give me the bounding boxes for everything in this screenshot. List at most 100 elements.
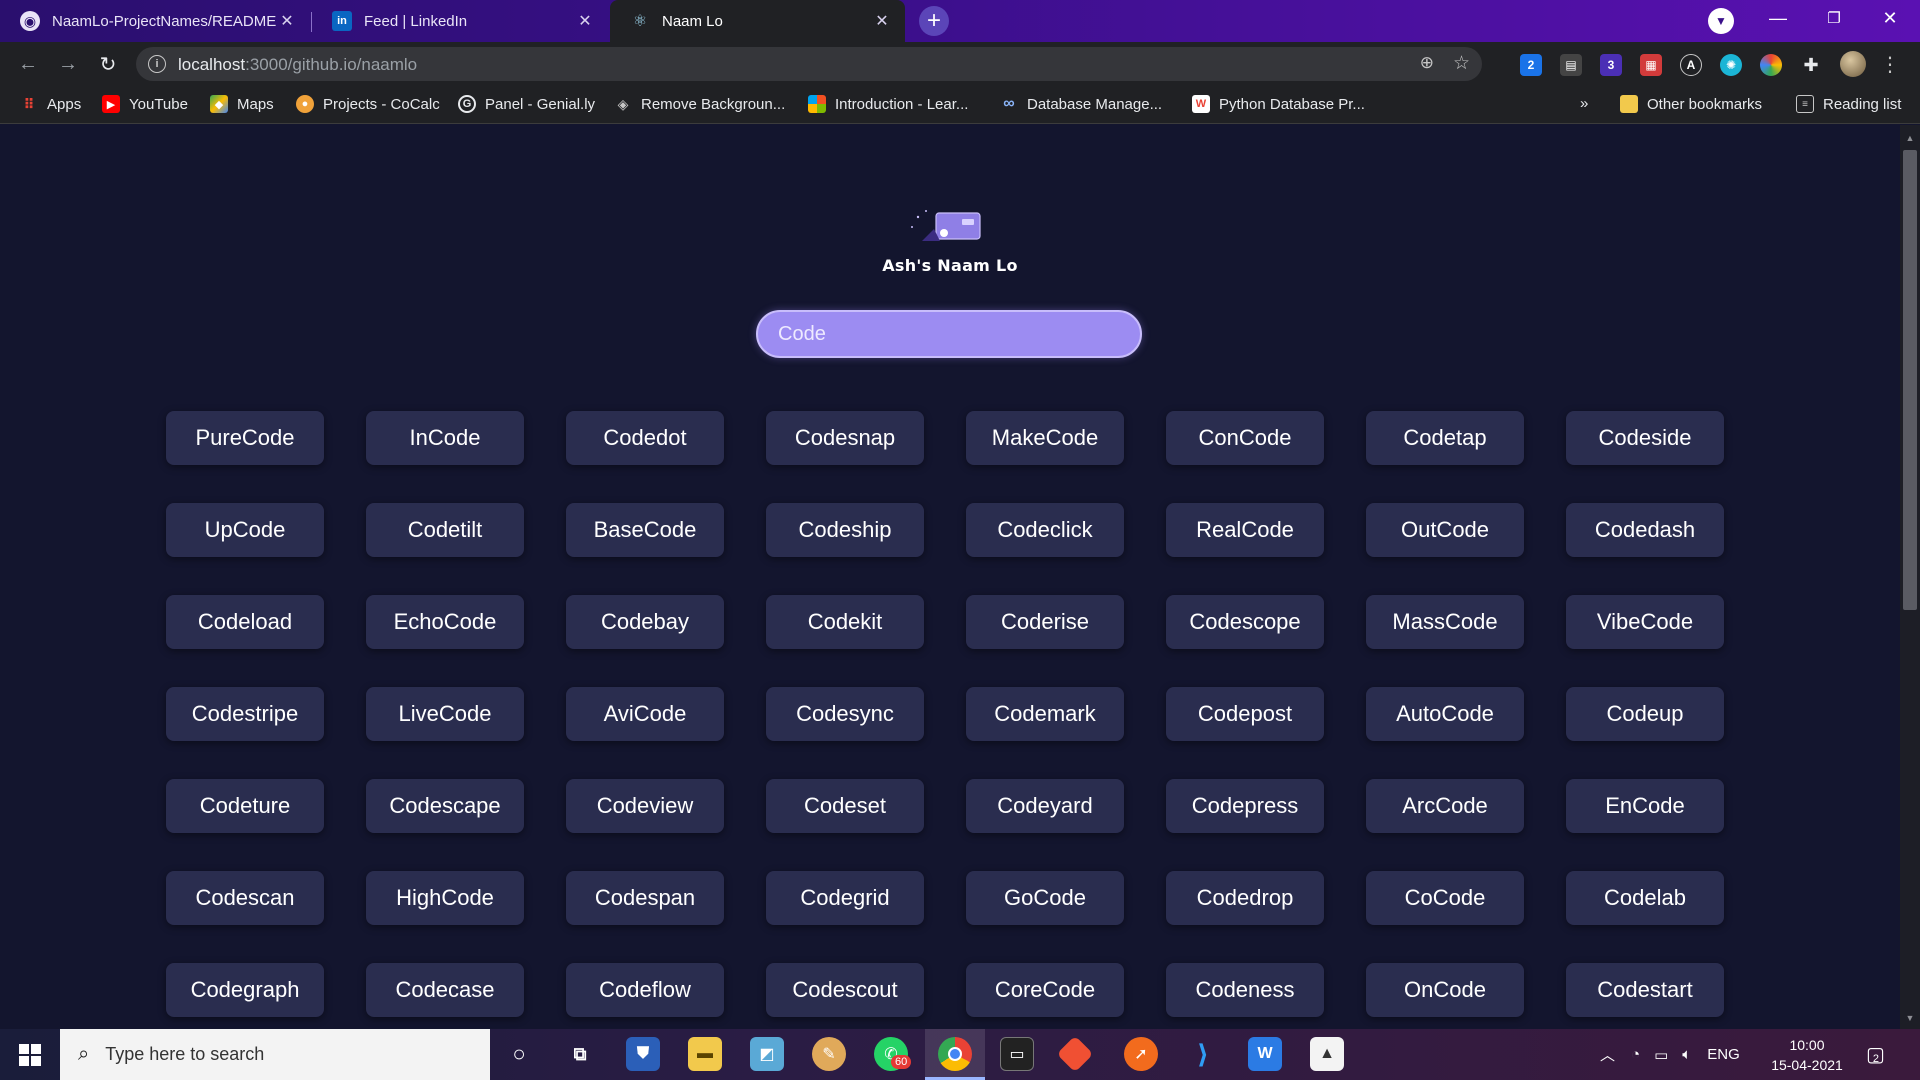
paint-icon[interactable]: ✎ [812,1037,846,1071]
puzzle-icon[interactable]: ✚ [1800,54,1822,76]
name-chip[interactable]: Codescan [166,871,324,925]
name-chip[interactable]: Codetap [1366,411,1524,465]
name-chip[interactable]: Codeture [166,779,324,833]
name-chip[interactable]: Codesync [766,687,924,741]
terminal-icon[interactable]: ▭ [1000,1037,1034,1071]
search-input[interactable]: Code [756,310,1142,358]
bookmark-microsoft-learn[interactable]: Introduction - Lear... [808,95,968,113]
writer-app-icon[interactable]: W [1248,1037,1282,1071]
forward-button[interactable]: → [54,50,82,78]
grid-extension-icon[interactable]: ▦ [1640,54,1662,76]
name-chip[interactable]: ArcCode [1366,779,1524,833]
name-chip[interactable]: Codeset [766,779,924,833]
name-chip[interactable]: Codespan [566,871,724,925]
name-chip[interactable]: MakeCode [966,411,1124,465]
task-view-icon[interactable]: ⧉ [563,1037,597,1071]
name-chip[interactable]: CoreCode [966,963,1124,1017]
name-chip[interactable]: InCode [366,411,524,465]
name-chip[interactable]: UpCode [166,503,324,557]
name-chip[interactable]: HighCode [366,871,524,925]
accessibility-extension-icon[interactable]: A [1680,54,1702,76]
printer-extension-icon[interactable]: ▤ [1560,54,1582,76]
name-chip[interactable]: Codeside [1566,411,1724,465]
close-window-button[interactable]: ✕ [1862,0,1918,36]
url-text[interactable]: localhost:3000/github.io/naamlo [178,55,417,75]
tab-search-button[interactable]: ▼ [1708,8,1734,34]
name-chip[interactable]: GoCode [966,871,1124,925]
new-tab-button[interactable]: + [919,6,949,36]
name-chip[interactable]: LiveCode [366,687,524,741]
reading-list[interactable]: ≡ Reading list [1796,95,1901,113]
name-chip[interactable]: Codeload [166,595,324,649]
name-chip[interactable]: Codegrid [766,871,924,925]
photos-icon[interactable]: ▲ [1310,1037,1344,1071]
name-chip[interactable]: Codebay [566,595,724,649]
name-chip[interactable]: PureCode [166,411,324,465]
name-chip[interactable]: Codecase [366,963,524,1017]
address-bar[interactable]: i localhost:3000/github.io/naamlo ⊕ ☆ [136,47,1482,81]
notifications-button[interactable]: ▢ 2 [1866,1029,1885,1080]
name-chip[interactable]: AutoCode [1366,687,1524,741]
speaker-icon[interactable]: 🔈︎ [1682,1046,1691,1063]
git-icon[interactable] [1056,1035,1094,1073]
battery-icon[interactable]: ▭ [1654,1046,1668,1064]
name-chip[interactable]: Codestripe [166,687,324,741]
name-chip[interactable]: Codemark [966,687,1124,741]
postman-icon[interactable]: ➚ [1124,1037,1158,1071]
color-extension-icon[interactable]: ✺ [1720,54,1742,76]
name-chip[interactable]: Codetilt [366,503,524,557]
back-button[interactable]: ← [14,50,42,78]
name-chip[interactable]: Codepress [1166,779,1324,833]
close-icon[interactable]: ✕ [278,11,296,31]
extension-badge-icon[interactable]: 3 [1600,54,1622,76]
name-chip[interactable]: Codegraph [166,963,324,1017]
name-chip[interactable]: BaseCode [566,503,724,557]
name-chip[interactable]: OnCode [1366,963,1524,1017]
profile-avatar[interactable] [1840,51,1866,77]
tab-github-readme[interactable]: ◉ NaamLo-ProjectNames/README ✕ [0,0,310,42]
name-chip[interactable]: Codeclick [966,503,1124,557]
scroll-up-icon[interactable]: ▲ [1900,128,1920,148]
name-chip[interactable]: Codesnap [766,411,924,465]
name-chip[interactable]: EchoCode [366,595,524,649]
bookmark-genially[interactable]: G Panel - Genial.ly [458,95,595,113]
bookmarks-overflow[interactable]: » [1580,95,1588,112]
name-chip[interactable]: Codeview [566,779,724,833]
name-chip[interactable]: EnCode [1566,779,1724,833]
scrollbar-thumb[interactable] [1903,150,1917,610]
file-explorer-icon[interactable]: ▬ [688,1037,722,1071]
name-chip[interactable]: CoCode [1366,871,1524,925]
name-chip[interactable]: Codeup [1566,687,1724,741]
name-chip[interactable]: VibeCode [1566,595,1724,649]
minimize-button[interactable]: — [1750,0,1806,36]
name-chip[interactable]: Codedot [566,411,724,465]
name-chip[interactable]: RealCode [1166,503,1324,557]
restore-button[interactable]: ❐ [1806,0,1862,36]
bookmark-remove-background[interactable]: ◈ Remove Backgroun... [614,95,786,113]
tab-naam-lo[interactable]: ⚛ Naam Lo ✕ [610,0,905,42]
close-icon[interactable]: ✕ [873,11,891,31]
name-chip[interactable]: OutCode [1366,503,1524,557]
vscode-icon[interactable]: ⟩ [1186,1037,1220,1071]
taskbar-search-input[interactable]: ⌕ Type here to search [60,1029,490,1080]
scroll-down-icon[interactable]: ▼ [1900,1008,1920,1028]
name-chip[interactable]: Codescout [766,963,924,1017]
bookmark-maps[interactable]: ◆ Maps [210,95,274,113]
bookmark-cocalc[interactable]: ● Projects - CoCalc [296,95,440,113]
name-chip[interactable]: ConCode [1166,411,1324,465]
chevron-up-icon[interactable]: ︿ [1600,1044,1615,1065]
name-chip[interactable]: Codedrop [1166,871,1324,925]
name-chip[interactable]: Coderise [966,595,1124,649]
language-indicator[interactable]: ENG [1707,1046,1740,1063]
name-chip[interactable]: Codestart [1566,963,1724,1017]
name-chip[interactable]: Codeyard [966,779,1124,833]
colorpicker-extension-icon[interactable] [1760,54,1782,76]
start-button[interactable] [0,1029,60,1080]
name-chip[interactable]: Codedash [1566,503,1724,557]
close-icon[interactable]: ✕ [576,11,594,31]
store-icon[interactable]: ⛊ [626,1037,660,1071]
name-chip[interactable]: Codelab [1566,871,1724,925]
clock[interactable]: 10:00 15-04-2021 [1752,1035,1862,1075]
tab-linkedin-feed[interactable]: in Feed | LinkedIn ✕ [312,0,608,42]
name-chip[interactable]: MassCode [1366,595,1524,649]
